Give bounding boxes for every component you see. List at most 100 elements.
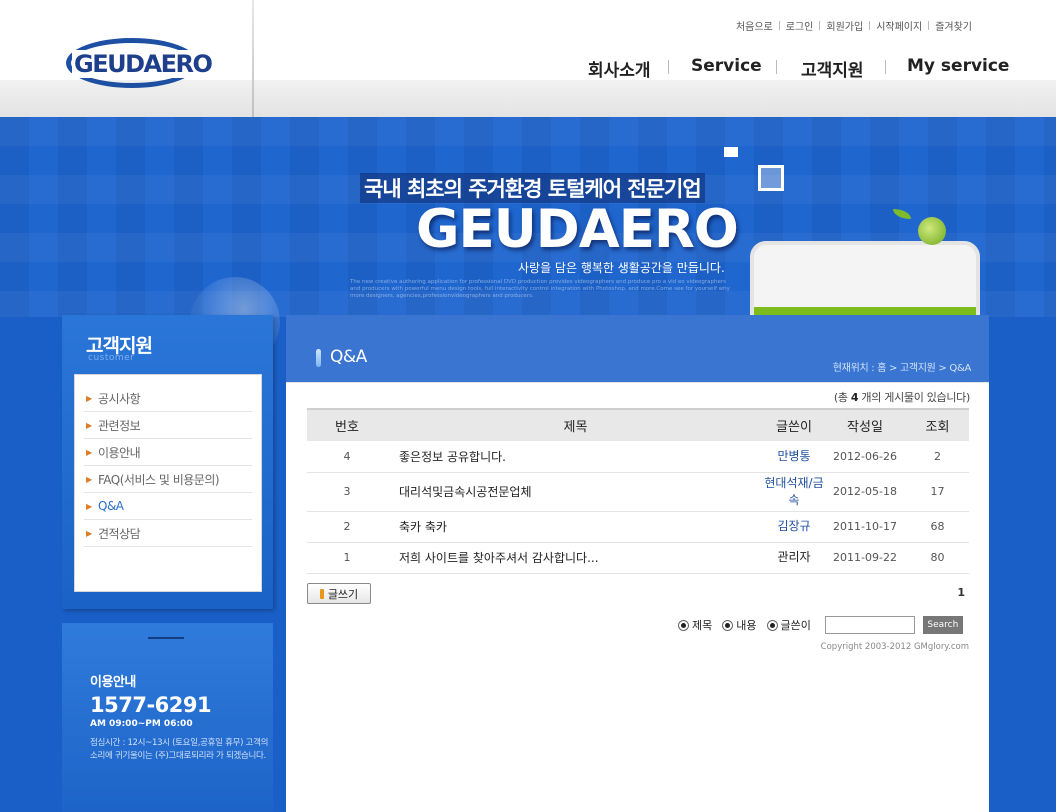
square-decoration: [758, 165, 784, 191]
content-area: Q&A 현재위치 : 홈 > 고객지원 > Q&A (총 4 개의 게시물이 있…: [286, 315, 989, 812]
util-link-login[interactable]: 로그인: [780, 18, 820, 33]
search-option-content[interactable]: 내용: [722, 617, 757, 633]
radio-icon: [678, 619, 689, 631]
cell-writer[interactable]: 현대석재/금속: [764, 472, 824, 512]
util-nav: 처음으로 로그인 회원가입 시작페이지 즐겨찾기: [730, 18, 978, 33]
radio-icon: [722, 619, 734, 631]
column-header-date: 작성일: [824, 408, 906, 441]
title-marker-icon: [316, 349, 321, 367]
info-phone: 1577-6291: [90, 693, 212, 717]
post-link[interactable]: 저희 사이트를 찾아주셔서 감사합니다...: [387, 542, 764, 574]
breadcrumb: 현재위치 : 홈 > 고객지원 > Q&A: [832, 363, 972, 374]
sidebar-item-faq[interactable]: ▶ FAQ(서비스 및 비용문의): [84, 466, 252, 493]
column-header-views: 조회: [906, 408, 969, 441]
util-link-home[interactable]: 처음으로: [730, 18, 779, 33]
search-input[interactable]: [824, 616, 915, 634]
cell-views: 2: [906, 441, 969, 473]
table-row: 4 좋은정보 공유합니다. 만병통 2012-06-26 2: [307, 441, 969, 473]
content-title-bar: Q&A 현재위치 : 홈 > 고객지원 > Q&A: [286, 315, 989, 383]
visual-brand: GEUDAERO: [416, 199, 739, 260]
cell-date: 2011-10-17: [824, 511, 906, 543]
visual-fine-print: The new creative authoring application f…: [350, 279, 730, 299]
column-header-no: 번호: [307, 408, 387, 441]
util-link-bookmark[interactable]: 즐겨찾기: [929, 18, 978, 33]
arrow-right-icon: ▶: [86, 474, 92, 484]
sidebar-item-guide[interactable]: ▶ 이용안내: [84, 439, 252, 466]
sidebar-item-notice[interactable]: ▶ 공시사항: [84, 385, 252, 412]
logo[interactable]: GEUDAERO: [66, 36, 214, 90]
gnb-item-myservice[interactable]: My service: [907, 56, 1009, 76]
divider: [776, 60, 777, 74]
cell-date: 2012-06-26: [824, 441, 906, 473]
sidebar-item-related-info[interactable]: ▶ 관련정보: [84, 412, 252, 439]
column-header-writer: 글쓴이: [764, 408, 824, 441]
cell-no: 2: [307, 511, 387, 543]
divider: [668, 60, 669, 74]
sidebar-item-qna[interactable]: ▶ Q&A: [84, 493, 252, 520]
logo-text: GEUDAERO: [72, 50, 214, 78]
post-count: (총 4 개의 게시물이 있습니다): [834, 389, 970, 405]
monitor-illustration: [750, 241, 980, 321]
radio-icon: [766, 619, 778, 631]
header: GEUDAERO 처음으로 로그인 회원가입 시작페이지 즐겨찾기 회사소개 S…: [0, 0, 1056, 117]
util-link-join[interactable]: 회원가입: [820, 18, 869, 33]
square-decoration: [724, 147, 738, 157]
copyright: Copyright 2003-2012 GMglory.com: [820, 642, 969, 652]
info-note: 점심시간 : 12시~13시 (토요일,공휴일 휴무) 고객의 소리에 귀기울이…: [90, 738, 269, 761]
sidebar-item-label: 이용안내: [98, 445, 141, 460]
arrow-right-icon: ▶: [86, 501, 92, 511]
sidebar-item-label: Q&A: [98, 499, 124, 513]
post-count-number: 4: [850, 391, 859, 404]
cell-writer[interactable]: 관리자: [764, 542, 824, 574]
main-nav: 회사소개 Service 고객지원 My service: [570, 52, 1010, 82]
sidebar-item-label: 관련정보: [98, 418, 141, 433]
search-form: 제목 내용 글쓴이 Search: [678, 616, 963, 634]
search-option-subject[interactable]: 제목: [678, 617, 712, 633]
sidebar: 고객지원 customer ▶ 공시사항 ▶ 관련정보 ▶ 이용안내 ▶ FAQ(서비스…: [62, 315, 273, 609]
gnb-item-company[interactable]: 회사소개: [588, 56, 651, 81]
cell-no: 1: [307, 542, 387, 574]
gnb-item-customer[interactable]: 고객지원: [801, 56, 864, 81]
info-label: 이용안내: [90, 675, 136, 690]
table-row: 1 저희 사이트를 찾아주셔서 감사합니다... 관리자 2011-09-22 …: [307, 542, 969, 574]
divider: [148, 637, 184, 639]
write-button[interactable]: 글쓰기: [307, 583, 371, 604]
util-link-startpage[interactable]: 시작페이지: [870, 18, 928, 33]
table-header: 번호 제목 글쓴이 작성일 조회: [307, 408, 969, 441]
post-count-suffix: 개의 게시물이 있습니다): [861, 391, 970, 404]
search-option-label: 제목: [692, 619, 713, 632]
search-option-writer[interactable]: 글쓴이: [766, 617, 811, 633]
sidebar-item-label: 견적상담: [98, 526, 141, 541]
cell-writer[interactable]: 김장규: [764, 511, 824, 543]
gnb-item-service[interactable]: Service: [691, 56, 762, 76]
post-link[interactable]: 대리석및금속시공전문업체: [387, 472, 764, 512]
search-option-label: 글쓴이: [780, 619, 811, 632]
cell-writer[interactable]: 만병통: [764, 441, 824, 473]
main-visual: 국내 최초의 주거환경 토털케어 전문기업 GEUDAERO 사랑을 담은 행복…: [0, 117, 1056, 367]
visual-subtext: 사랑을 담은 행복한 생활공간을 만듭니다.: [518, 261, 725, 275]
search-option-label: 내용: [736, 619, 757, 632]
table-row: 3 대리석및금속시공전문업체 현대석재/금속 2012-05-18 17: [307, 472, 969, 512]
pagination-current[interactable]: 1: [957, 586, 965, 599]
cell-views: 68: [906, 511, 969, 543]
cell-date: 2012-05-18: [824, 472, 906, 512]
sidebar-item-estimate[interactable]: ▶ 견적상담: [84, 520, 252, 547]
sidebar-menu: ▶ 공시사항 ▶ 관련정보 ▶ 이용안내 ▶ FAQ(서비스 및 비용문의) ▶ Q&A …: [74, 374, 262, 592]
lamp-cord: [252, 0, 254, 130]
sidebar-subtitle: customer: [88, 353, 135, 363]
cell-views: 17: [906, 472, 969, 512]
cell-no: 3: [307, 472, 387, 512]
search-button[interactable]: Search: [922, 616, 963, 634]
customer-info-box: 이용안내 1577-6291 AM 09:00~PM 06:00 점심시간 : …: [62, 623, 273, 812]
cell-views: 80: [906, 542, 969, 574]
pencil-icon: [319, 588, 324, 599]
info-hours: AM 09:00~PM 06:00: [90, 719, 193, 729]
cell-date: 2011-09-22: [824, 542, 906, 574]
write-button-label: 글쓰기: [327, 587, 359, 601]
arrow-right-icon: ▶: [86, 528, 92, 538]
arrow-right-icon: ▶: [86, 393, 92, 403]
post-count-prefix: (총: [833, 391, 848, 404]
divider: [885, 60, 886, 74]
post-link[interactable]: 축카 축카: [387, 511, 764, 543]
post-link[interactable]: 좋은정보 공유합니다.: [387, 441, 764, 473]
